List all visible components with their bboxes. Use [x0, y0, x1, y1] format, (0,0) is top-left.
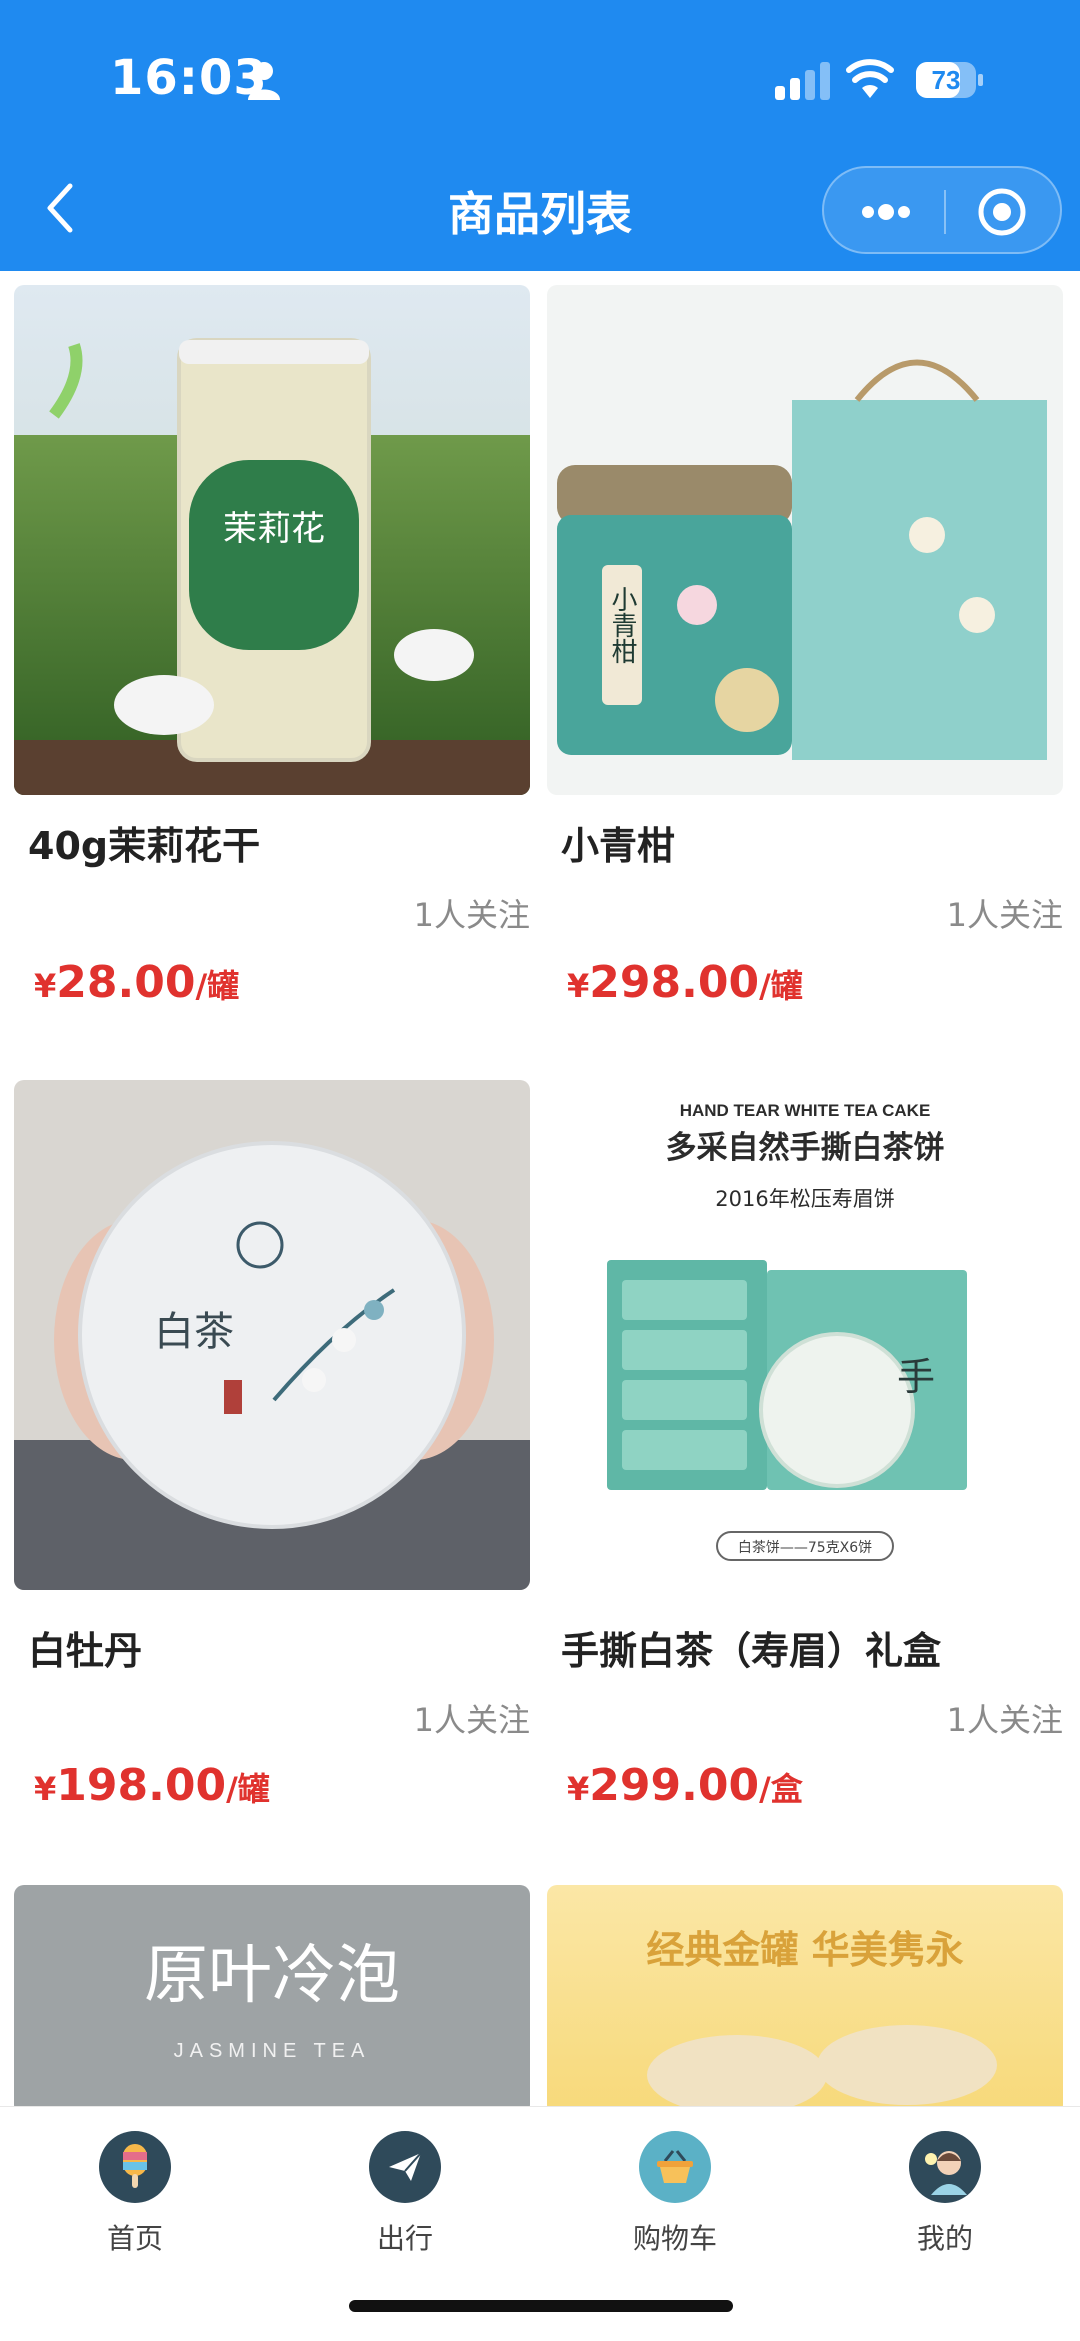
follow-count: 1人关注 — [413, 896, 530, 934]
product-image[interactable]: HAND TEAR WHITE TEA CAKE 多采自然手撕白茶饼 2016年… — [547, 1080, 1063, 1600]
signal-icon — [775, 62, 830, 100]
battery-indicator: 73 — [915, 60, 985, 100]
image-title: 经典金罐 华美隽永 — [646, 1927, 963, 1972]
product-price: ¥28.00/罐 — [34, 957, 239, 1008]
image-title-en: HAND TEAR WHITE TEA CAKE — [680, 1101, 931, 1120]
product-image[interactable]: 白茶 — [14, 1080, 530, 1590]
product-price: ¥299.00/盒 — [567, 1760, 803, 1811]
paper-plane-icon — [369, 2131, 441, 2203]
tab-home[interactable]: 首页 — [0, 2121, 270, 2281]
image-subtitle: JASMINE TEA — [174, 2040, 371, 2062]
currency-symbol: ¥ — [34, 1770, 57, 1808]
currency-symbol: ¥ — [567, 1770, 590, 1808]
product-card[interactable]: 白茶 白牡丹 1人关注 ¥198.00/罐 — [14, 1080, 530, 1870]
price-unit: /罐 — [226, 1770, 270, 1808]
product-image[interactable]: 茉莉花 — [14, 285, 530, 795]
price-amount: 28.00 — [56, 957, 196, 1008]
price-amount: 298.00 — [589, 957, 760, 1008]
follow-count: 1人关注 — [946, 1701, 1063, 1739]
product-card[interactable]: 原叶冷泡 JASMINE TEA — [14, 1885, 530, 2115]
product-image-text: 茉莉花 — [223, 509, 325, 549]
price-amount: 299.00 — [589, 1760, 760, 1811]
product-price: ¥198.00/罐 — [34, 1760, 270, 1811]
product-image[interactable]: 原叶冷泡 JASMINE TEA — [14, 1885, 530, 2115]
image-title: 原叶冷泡 — [144, 1939, 400, 2013]
product-image[interactable]: 经典金罐 华美隽永 — [547, 1885, 1063, 2115]
home-indicator — [349, 2300, 733, 2312]
product-name[interactable]: 白牡丹 — [28, 1620, 142, 1675]
tab-label: 我的 — [916, 2222, 973, 2255]
product-name[interactable]: 小青柑 — [561, 815, 675, 870]
mini-program-capsule — [822, 166, 1062, 254]
product-image-text: 小青柑 — [607, 586, 637, 664]
image-title: 多采自然手撕白茶饼 — [666, 1130, 945, 1166]
product-image[interactable]: 小青柑 — [547, 285, 1063, 795]
price-unit: /罐 — [759, 967, 803, 1005]
tab-label: 购物车 — [632, 2222, 717, 2255]
product-name[interactable]: 手撕白茶（寿眉）礼盒 — [561, 1620, 941, 1675]
tab-label: 首页 — [106, 2222, 163, 2255]
currency-symbol: ¥ — [34, 967, 57, 1005]
follow-count: 1人关注 — [413, 1701, 530, 1739]
currency-symbol: ¥ — [567, 967, 590, 1005]
image-note: 白茶饼——75克X6饼 — [738, 1540, 872, 1556]
price-unit: /罐 — [195, 967, 240, 1005]
basket-icon — [639, 2131, 711, 2203]
follow-count: 1人关注 — [946, 896, 1063, 934]
person-icon — [248, 62, 280, 100]
product-card[interactable]: 茉莉花 40g茉莉花干 1人关注 ¥28.00/罐 — [14, 285, 530, 1075]
price-unit: /盒 — [759, 1770, 803, 1808]
product-price: ¥298.00/罐 — [567, 957, 803, 1008]
app-header: 16:03 73 商品列表 — [0, 0, 1080, 271]
tab-me[interactable]: 我的 — [810, 2121, 1080, 2281]
tab-label: 出行 — [376, 2222, 433, 2255]
price-amount: 198.00 — [56, 1760, 227, 1811]
status-time: 16:03 — [110, 50, 268, 106]
more-icon[interactable] — [858, 194, 914, 230]
svg-text:手: 手 — [897, 1355, 935, 1399]
battery-icon: 73 — [916, 62, 983, 98]
wifi-icon — [846, 59, 894, 98]
tab-travel[interactable]: 出行 — [270, 2121, 540, 2281]
avatar-icon — [909, 2131, 981, 2203]
capsule-divider — [944, 190, 946, 234]
product-card[interactable]: 经典金罐 华美隽永 — [547, 1885, 1063, 2115]
battery-level: 73 — [932, 65, 961, 95]
tab-cart[interactable]: 购物车 — [540, 2121, 810, 2281]
product-card[interactable]: 小青柑 小青柑 1人关注 ¥298.00/罐 — [547, 285, 1063, 1075]
popsicle-icon — [99, 2131, 171, 2203]
product-image-text: 白茶 — [154, 1309, 234, 1355]
product-card[interactable]: HAND TEAR WHITE TEA CAKE 多采自然手撕白茶饼 2016年… — [547, 1080, 1063, 1870]
close-target-icon[interactable] — [976, 186, 1028, 238]
product-name[interactable]: 40g茉莉花干 — [28, 815, 260, 870]
image-subtitle: 2016年松压寿眉饼 — [715, 1187, 894, 1211]
